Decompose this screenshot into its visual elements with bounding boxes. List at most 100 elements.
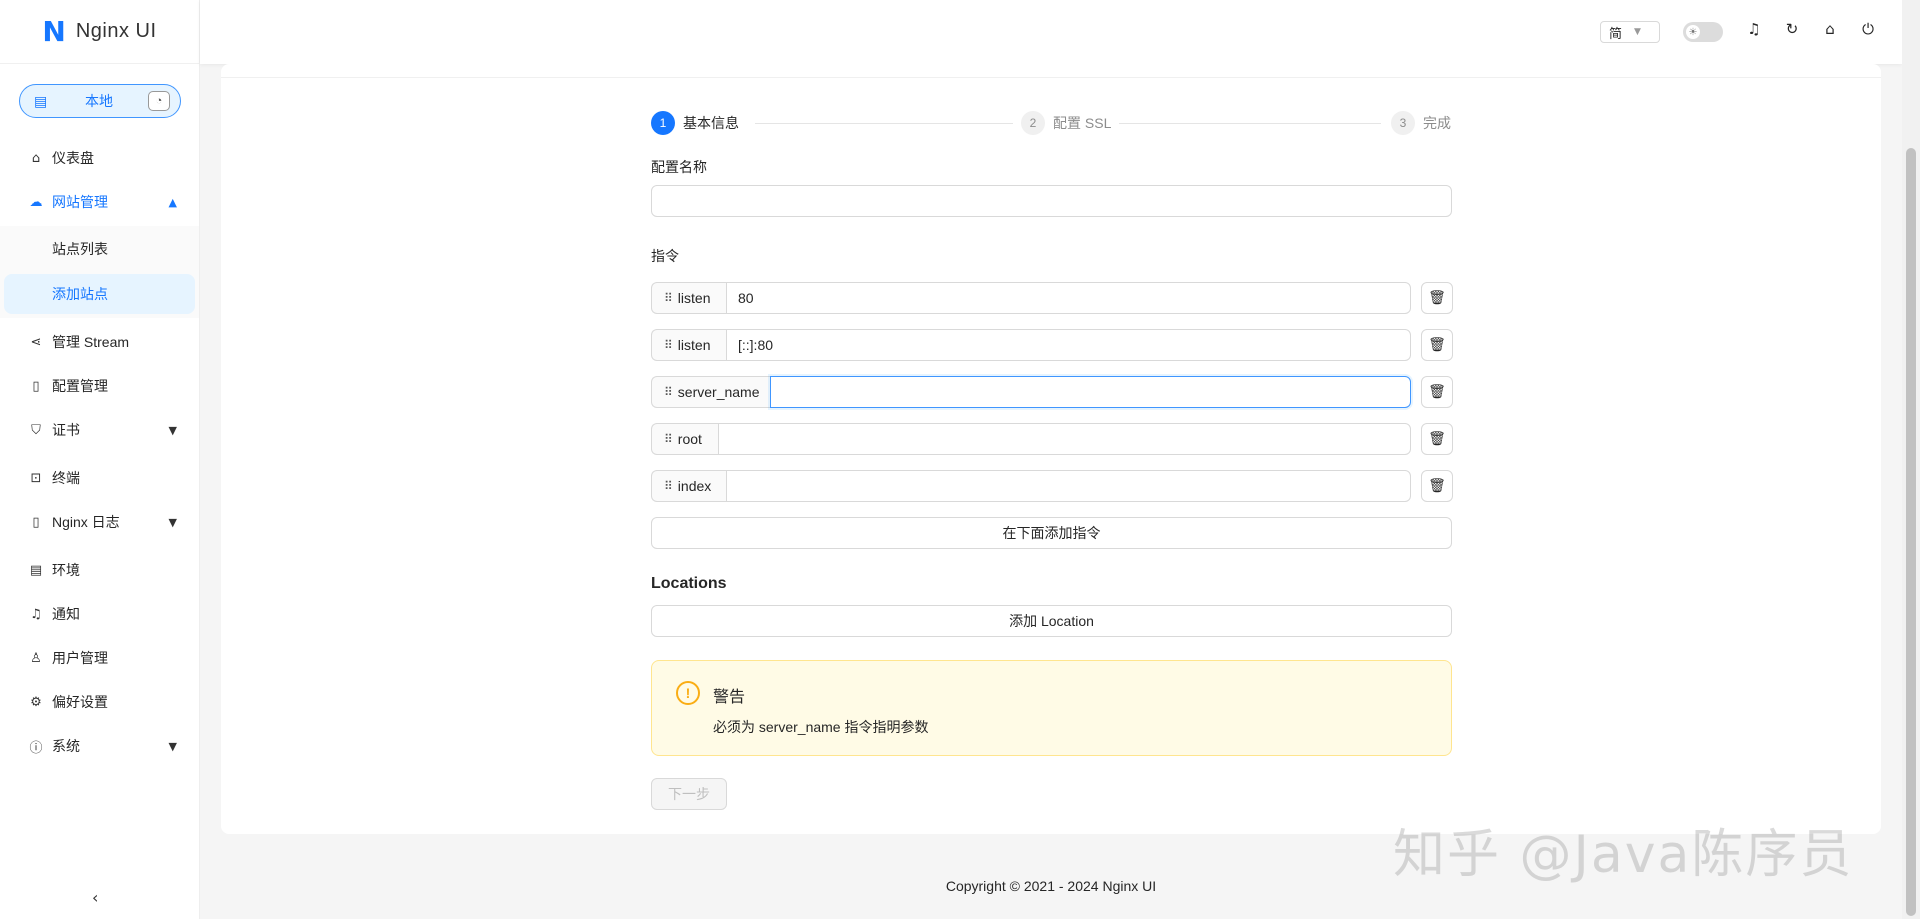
file-text-icon: ▯ [32,514,40,530]
delete-directive-button[interactable]: 🗑 [1421,423,1453,455]
collapse-sidebar-icon[interactable]: ‹ [92,888,98,907]
watermark: 知乎 @Java陈序员 [1393,825,1854,885]
directive-drag-handle[interactable]: ⠿ listen [651,329,726,361]
divider [221,77,1881,78]
step-number: 3 [1391,111,1415,135]
sidebar-item-environment[interactable]: ▤ 环境 [0,550,199,590]
sidebar-item-label: 偏好设置 [52,694,108,710]
config-name-label: 配置名称 [651,159,707,175]
step-connector [755,123,1013,124]
scrollbar-thumb[interactable] [1906,148,1916,916]
sidebar-item-users[interactable]: ♙ 用户管理 [0,638,199,678]
server-icon: ▤ [34,92,48,109]
drag-icon: ⠿ [664,338,673,352]
add-directive-button[interactable]: 在下面添加指令 [651,517,1452,549]
database-icon: ▤ [29,562,43,578]
directive-name: root [677,431,702,447]
chevron-down-icon: ▼ [168,739,177,753]
sidebar-item-terminal[interactable]: ⊡ 终端 [0,458,199,498]
nginx-logo-icon: N [42,14,66,48]
trash-icon: 🗑 [1428,384,1446,400]
sidebar-item-label: 用户管理 [52,650,108,666]
sidebar-item-notifications[interactable]: ♫ 通知 [0,594,199,634]
drag-icon: ⠿ [664,432,673,446]
directives-label: 指令 [651,248,679,264]
reload-icon[interactable]: ↻ [1781,20,1803,44]
directive-drag-handle[interactable]: ⠿ listen [651,282,726,314]
sidebar-item-system[interactable]: ⓘ 系统 ▼ [0,726,199,766]
drag-icon: ⠿ [664,291,673,305]
sidebar-item-label: 配置管理 [52,378,108,394]
chevron-down-icon: ▼ [168,423,177,437]
sidebar-item-label: 站点列表 [52,241,108,257]
home-icon[interactable]: ⌂ [1819,20,1841,44]
alert-description: 必须为 server_name 指令指明参数 [713,719,929,735]
sidebar-item-site-list[interactable]: 站点列表 [4,229,195,269]
environment-label: 本地 [85,93,113,109]
page-scrollbar[interactable] [1902,0,1920,919]
file-icon: ▯ [32,378,40,394]
directive-value-input[interactable] [718,423,1411,455]
chevron-down-icon: ▼ [168,515,177,529]
sidebar-item-nginx-log[interactable]: ▯ Nginx 日志 ▼ [0,502,199,542]
directive-drag-handle[interactable]: ⠿ index [651,470,726,502]
app-logo[interactable]: N Nginx UI [0,0,199,64]
directive-row: ⠿ root 🗑 [651,423,1453,455]
sidebar-item-config[interactable]: ▯ 配置管理 [0,366,199,406]
config-name-input[interactable] [651,185,1452,217]
step-label: 配置 SSL [1053,115,1112,131]
sidebar-item-dashboard[interactable]: ⌂ 仪表盘 [0,138,199,178]
environment-selector[interactable]: ▤ 本地 ◔ [19,84,181,118]
step-number: 1 [651,111,675,135]
sidebar: N Nginx UI ▤ 本地 ◔ ⌂ 仪表盘 ☁ 网站管理 ▲ 站点列表 添加… [0,0,200,919]
directive-value-input[interactable] [770,376,1411,408]
steps: 1 基本信息 2 配置 SSL 3 完成 [651,111,1452,135]
settings-icon: ⚙ [30,694,42,710]
directive-value-input[interactable]: 80 [726,282,1411,314]
sun-icon: ☀ [1686,25,1700,39]
step-number: 2 [1021,111,1045,135]
delete-directive-button[interactable]: 🗑 [1421,329,1453,361]
environment-switch-icon[interactable]: ◔ [148,91,170,111]
home-icon: ⌂ [31,150,41,166]
directive-drag-handle[interactable]: ⠿ root [651,423,718,455]
sidebar-item-label: 系统 [52,738,80,754]
sidebar-item-stream[interactable]: ⋖ 管理 Stream [0,322,199,362]
directive-row: ⠿ server_name 🗑 [651,376,1453,408]
trash-icon: 🗑 [1428,337,1446,353]
bell-icon: ♫ [30,606,42,622]
directive-name: server_name [677,384,760,400]
delete-directive-button[interactable]: 🗑 [1421,470,1453,502]
step-label: 基本信息 [683,115,739,131]
bell-icon[interactable]: ♫ [1743,20,1765,44]
delete-directive-button[interactable]: 🗑 [1421,376,1453,408]
step-label: 完成 [1423,115,1451,131]
next-step-button[interactable]: 下一步 [651,778,727,810]
user-icon: ♙ [30,650,42,666]
step-basic-info: 1 基本信息 [651,111,739,135]
sidebar-item-preferences[interactable]: ⚙ 偏好设置 [0,682,199,722]
add-location-button[interactable]: 添加 Location [651,605,1452,637]
logout-icon[interactable]: ⏻ [1857,20,1879,44]
step-ssl: 2 配置 SSL [1021,111,1111,135]
warning-alert: ! 警告 必须为 server_name 指令指明参数 [651,660,1452,756]
directive-value-input[interactable] [726,470,1411,502]
sidebar-item-label: 仪表盘 [52,150,94,166]
delete-directive-button[interactable]: 🗑 [1421,282,1453,314]
sidebar-item-label: 环境 [52,562,80,578]
sidebar-item-add-site[interactable]: 添加站点 [4,274,195,314]
directive-row: ⠿ listen [::]:80 🗑 [651,329,1453,361]
share-icon: ⋖ [30,334,42,350]
terminal-icon: ⊡ [30,470,42,486]
directive-row: ⠿ listen 80 🗑 [651,282,1453,314]
sidebar-item-label: 添加站点 [52,286,108,302]
directive-drag-handle[interactable]: ⠿ server_name [651,376,770,408]
drag-icon: ⠿ [664,479,673,493]
sidebar-item-sites[interactable]: ☁ 网站管理 ▲ [0,182,199,222]
language-select[interactable]: 简 ▼ [1600,21,1660,43]
directive-value-input[interactable]: [::]:80 [726,329,1411,361]
theme-toggle[interactable]: ☀ [1683,22,1723,42]
step-finish: 3 完成 [1391,111,1451,135]
sidebar-item-certificates[interactable]: ⛉ 证书 ▼ [0,410,199,450]
sidebar-item-label: 网站管理 [52,194,108,210]
